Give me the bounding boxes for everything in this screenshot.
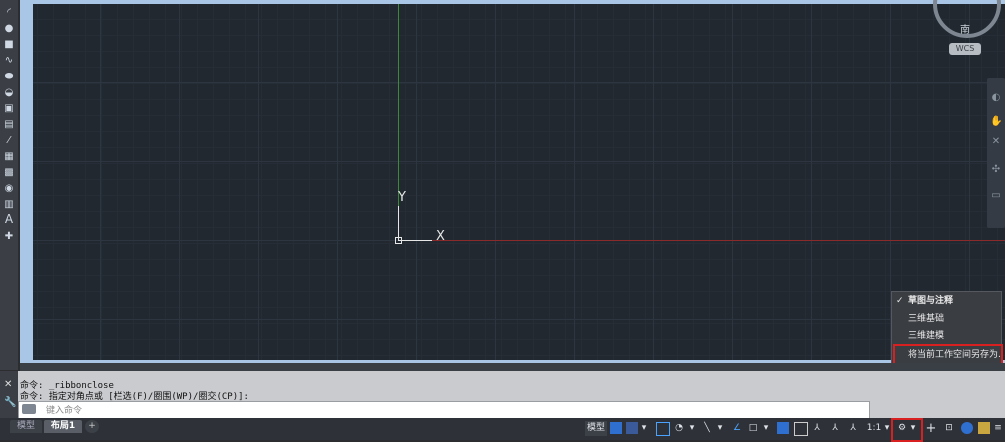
status-menu-icon[interactable]: ≡ [994,421,1002,436]
auto-scale-icon[interactable]: ⅄ [828,421,842,436]
add-selected-icon[interactable]: ✚ [2,230,16,243]
check-icon: ✓ [896,296,904,306]
customize-icon[interactable]: 🔧 [4,397,16,408]
object-snap-dropdown-icon[interactable]: ▾ [762,421,770,436]
showmotion-icon[interactable]: ▭ [990,190,1002,201]
steering-wheel-icon[interactable]: ◐ [990,92,1002,103]
isolate-objects-icon[interactable]: + [924,421,938,436]
compass-direction-label[interactable]: 南 [960,21,970,36]
ellipse-icon[interactable]: ⬬ [2,70,16,83]
model-space-button[interactable]: 模型 [585,421,607,436]
object-snap-icon[interactable]: □ [746,421,760,436]
object-snap-tracking-icon[interactable]: ∠ [730,421,744,436]
command-window-handle: ✕ 🔧 [0,371,18,418]
workspace-item-3d-basics[interactable]: 三维基础 [892,311,1001,328]
orbit-icon[interactable]: ✣ [990,164,1002,175]
ucs-x-arm [398,240,432,241]
close-icon[interactable]: ✕ [4,379,12,390]
polygon-icon[interactable]: ■ [2,38,16,51]
ucs-y-label: Y [398,190,406,205]
text-icon[interactable]: A [2,213,16,226]
isodraft-dropdown-icon[interactable]: ▾ [716,421,724,436]
polar-icon[interactable]: ◔ [672,421,686,436]
navigation-bar: ◐ ✋ ✕ ✣ ▭ [987,78,1005,228]
point-icon[interactable]: ⁄ [2,134,16,147]
horizontal-scrollbar[interactable] [20,363,1005,371]
arc-icon[interactable]: ◜ [2,6,16,19]
make-block-icon[interactable]: ▤ [2,118,16,131]
workspace-item-label: 三维建模 [908,331,945,341]
lineweight-icon[interactable] [777,422,789,434]
workspace-item-label: 草图与注释 [908,296,954,306]
workspace-item-label: 三维基础 [908,314,945,324]
region-icon[interactable]: ◉ [2,182,16,195]
customization-icon[interactable] [978,422,990,434]
ucs-x-label: X [436,229,445,244]
draw-toolbar: ◜ ● ■ ∿ ⬬ ◒ ▣ ▤ ⁄ ▦ ▩ ◉ ▥ A ✚ [0,0,18,370]
hardware-acceleration-icon[interactable]: ⊡ [942,421,956,436]
snap-icon[interactable] [626,422,638,434]
snap-dropdown-icon[interactable]: ▾ [640,421,648,436]
tab-model[interactable]: 模型 [10,420,42,433]
command-prompt-icon[interactable] [22,404,36,414]
tab-layout1[interactable]: 布局1 [44,420,82,433]
add-layout-button[interactable]: + [85,420,99,433]
annotation-scale-value[interactable]: 1:1 [864,421,884,436]
grid-icon[interactable] [610,422,622,434]
command-input-placeholder: 键入命令 [46,406,83,416]
isodraft-icon[interactable]: ╲ [700,421,714,436]
annotation-visibility-icon[interactable]: ⅄ [810,421,824,436]
ellipse-arc-icon[interactable]: ◒ [2,86,16,99]
annotation-scale-icon[interactable]: ⅄ [846,421,860,436]
spline-icon[interactable]: ∿ [2,54,16,67]
table-icon[interactable]: ▥ [2,198,16,211]
selection-cycling-icon[interactable] [794,422,808,436]
annotation-scale-dropdown-icon[interactable]: ▾ [883,421,891,436]
hatch-icon[interactable]: ▦ [2,150,16,163]
ortho-icon[interactable] [656,422,670,436]
workspace-item-drafting[interactable]: ✓ 草图与注释 [892,293,1001,310]
circle-icon[interactable]: ● [2,22,16,35]
workspace-item-3d-modeling[interactable]: 三维建模 [892,328,1001,345]
zoom-icon[interactable]: ✕ [990,136,1002,147]
ucs-origin [395,237,402,244]
workspace-switch-highlight-box [891,418,923,442]
insert-block-icon[interactable]: ▣ [2,102,16,115]
pan-icon[interactable]: ✋ [990,116,1002,127]
polar-dropdown-icon[interactable]: ▾ [688,421,696,436]
drawing-canvas[interactable] [33,4,1005,360]
wcs-menu[interactable]: WCS [949,43,981,55]
clean-screen-toggle-icon[interactable] [961,422,973,434]
x-axis-line [400,240,1005,241]
ucs-y-arm [398,206,399,240]
gradient-icon[interactable]: ▩ [2,166,16,179]
command-input[interactable] [18,401,870,419]
